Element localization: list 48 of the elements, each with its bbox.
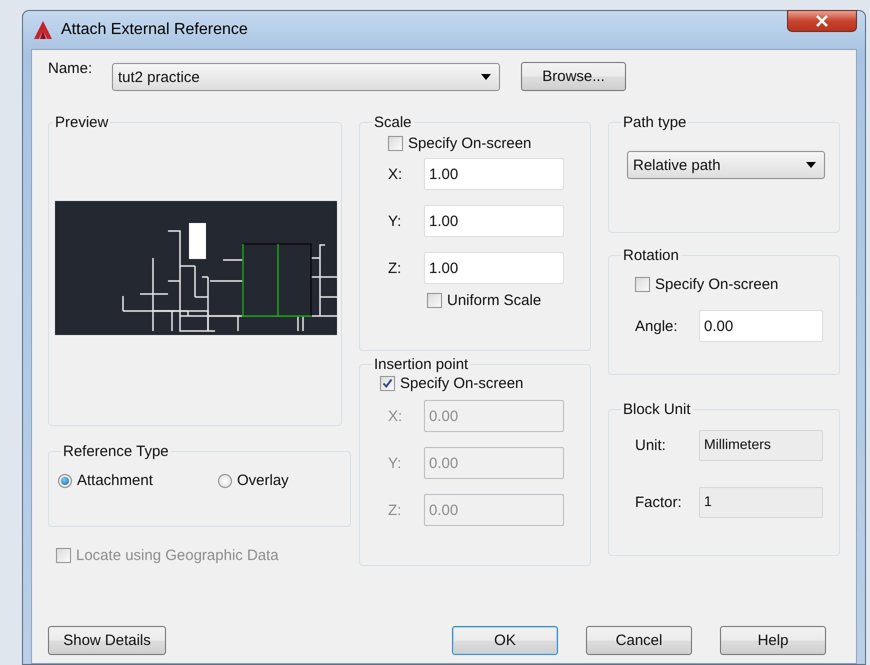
radio-label[interactable]: Attachment (77, 472, 153, 489)
dialog-button[interactable]: OK (452, 626, 558, 655)
checkbox[interactable] (427, 293, 442, 308)
name-label: Name: (48, 60, 94, 77)
checkbox[interactable] (635, 277, 650, 292)
browse-button[interactable]: Browse... (521, 62, 626, 91)
checkbox-label[interactable]: Uniform Scale (447, 292, 542, 309)
angle-field[interactable]: 0.00 (699, 310, 823, 342)
coordinate-label: Y: (387, 212, 402, 230)
unit-field: Millimeters (699, 430, 823, 461)
checkbox-label[interactable]: Specify On-screen (400, 375, 524, 392)
group-title: Block Unit (622, 401, 692, 418)
coordinate-field[interactable]: 1.00 (424, 205, 564, 237)
coordinate-field[interactable]: 1.00 (424, 252, 564, 284)
checkbox-label[interactable]: Specify On-screen (408, 135, 532, 152)
dropdown-arrow-icon (481, 74, 491, 80)
checkbox[interactable] (388, 136, 403, 151)
checkbox[interactable] (380, 376, 395, 391)
group-title: Reference Type (62, 443, 170, 460)
factor-field: 1 (699, 487, 823, 518)
group-title: Rotation (622, 247, 680, 264)
coordinate-label: Z: (387, 260, 402, 276)
group-title: Insertion point (373, 356, 470, 373)
checkbox-label[interactable]: Specify On-screen (655, 276, 778, 293)
radio-button[interactable] (58, 474, 72, 488)
dialog-button[interactable]: Help (720, 626, 826, 655)
coordinate-label: Z: (387, 502, 402, 518)
path-type-dropdown[interactable]: Relative path (627, 151, 825, 179)
group-title: Preview (54, 114, 110, 131)
group-title: Scale (373, 114, 413, 131)
coordinate-field[interactable]: 1.00 (424, 158, 564, 190)
angle-label: Angle: (634, 318, 679, 334)
radio-button[interactable] (218, 474, 232, 488)
app-logo-icon (33, 20, 53, 40)
group-title: Path type (622, 114, 688, 131)
unit-label: Unit: (634, 437, 667, 454)
dropdown-arrow-icon (806, 162, 816, 168)
coordinate-label: X: (387, 166, 404, 182)
coordinate-label: Y: (387, 454, 402, 472)
radio-label[interactable]: Overlay (237, 472, 289, 489)
name-dropdown[interactable]: tut2 practice (112, 63, 500, 91)
close-button[interactable] (787, 10, 857, 32)
dialog-button[interactable]: Cancel (586, 626, 692, 655)
coordinate-label: X: (387, 408, 404, 424)
close-icon (815, 15, 829, 27)
window-title: Attach External Reference (61, 21, 248, 39)
factor-label: Factor: (634, 494, 683, 511)
show-details-button[interactable]: Show Details (48, 626, 166, 655)
